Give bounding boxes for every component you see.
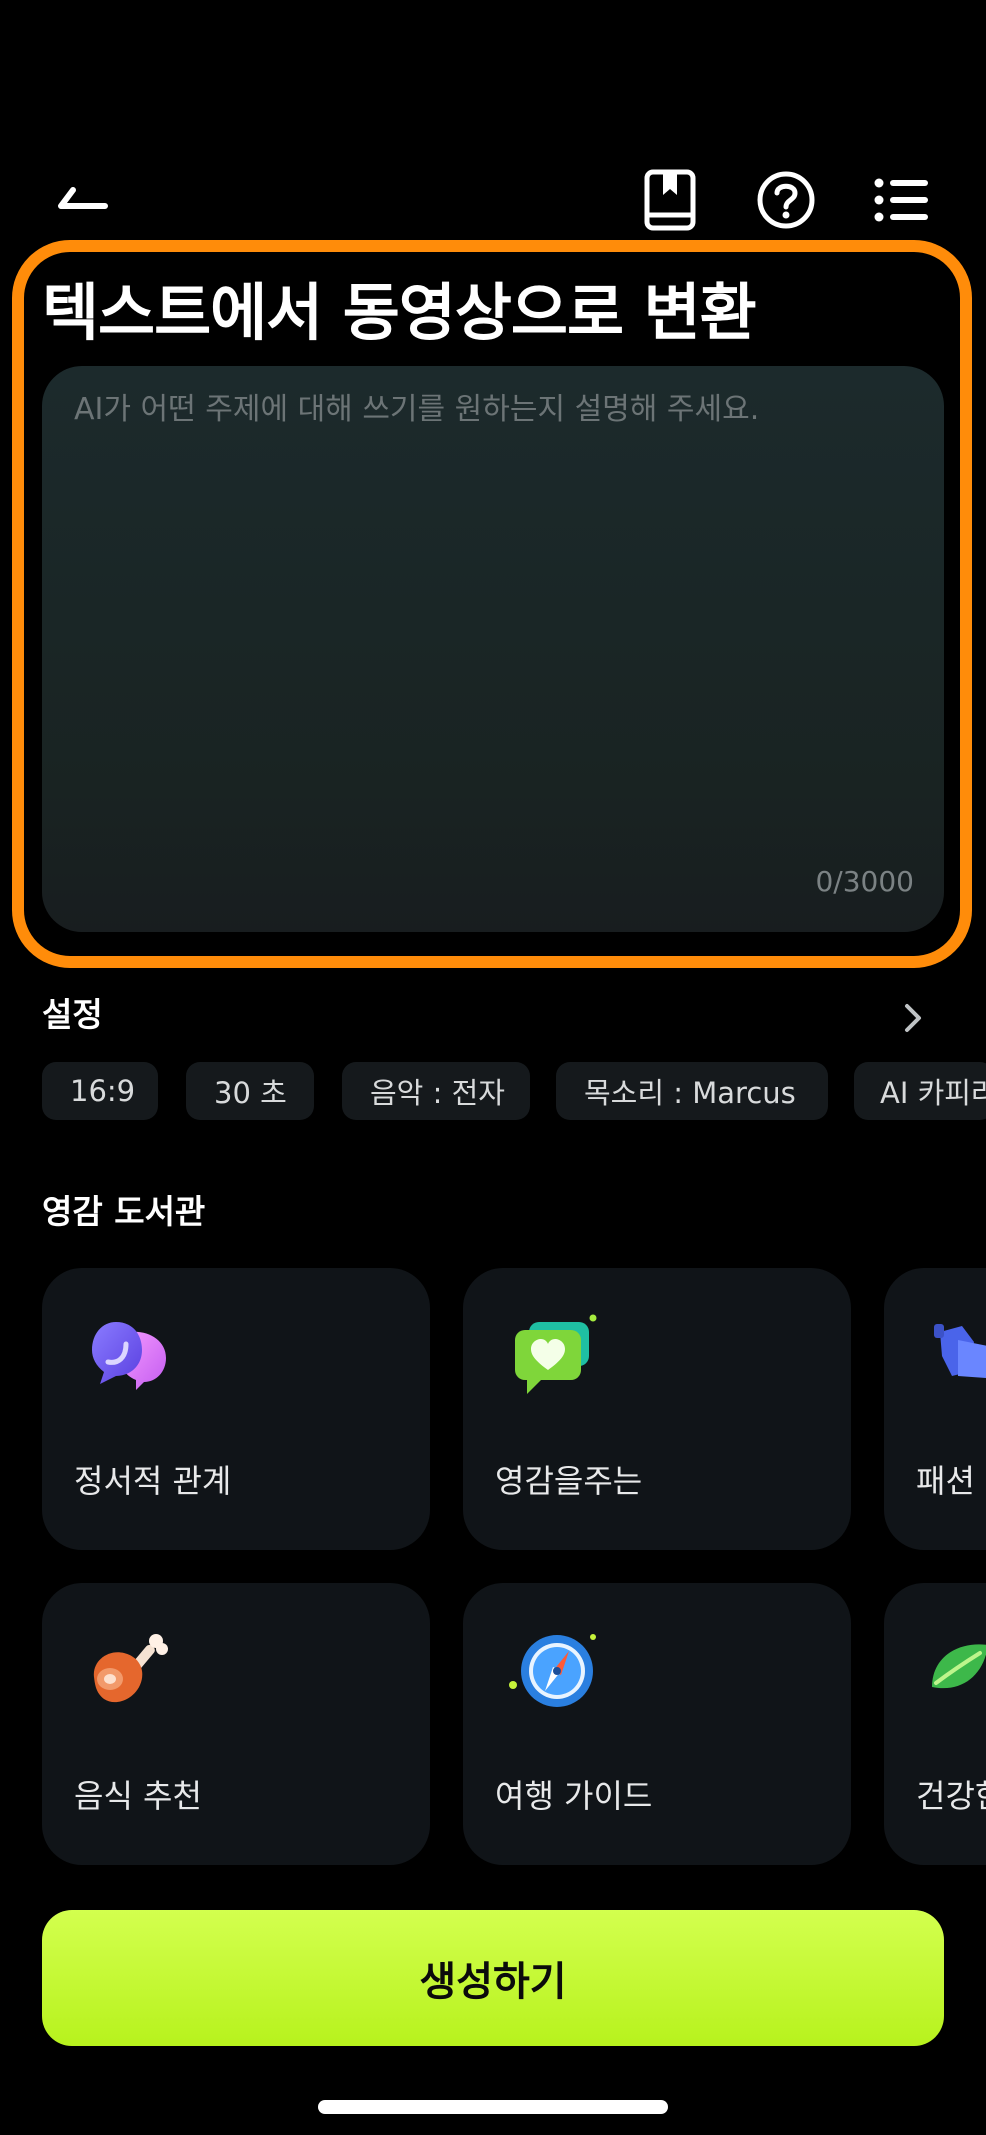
history-list-button[interactable] bbox=[870, 168, 934, 232]
list-icon bbox=[874, 178, 928, 222]
card-food-recommendation[interactable]: 음식 추천 bbox=[42, 1583, 430, 1865]
prompt-input[interactable]: AI가 어떤 주제에 대해 쓰기를 원하는지 설명해 주세요. 0/3000 bbox=[42, 366, 944, 932]
book-icon bbox=[644, 169, 696, 231]
home-indicator bbox=[318, 2100, 668, 2114]
top-bar bbox=[0, 160, 986, 240]
chip-duration[interactable]: 30 초 bbox=[186, 1062, 314, 1120]
card-emotional-relationship[interactable]: 정서적 관계 bbox=[42, 1268, 430, 1550]
character-counter: 0/3000 bbox=[815, 865, 914, 898]
card-healthy-living[interactable]: 건강한 생활 bbox=[884, 1583, 986, 1865]
page-title: 텍스트에서 동영상으로 변환 bbox=[42, 276, 757, 349]
chip-aspect-ratio[interactable]: 16:9 bbox=[42, 1062, 158, 1120]
card-label: 패션 스타일 bbox=[916, 1462, 986, 1500]
prompt-placeholder: AI가 어떤 주제에 대해 쓰기를 원하는지 설명해 주세요. bbox=[74, 392, 760, 427]
chat-bubbles-icon bbox=[92, 1322, 166, 1390]
help-button[interactable] bbox=[754, 166, 818, 234]
card-label: 정서적 관계 bbox=[74, 1462, 232, 1500]
library-title: 영감 도서관 bbox=[42, 1192, 206, 1231]
card-inspirational[interactable]: 영감을주는 bbox=[463, 1268, 851, 1550]
settings-more-button[interactable] bbox=[898, 1000, 928, 1036]
card-label: 여행 가이드 bbox=[495, 1777, 653, 1815]
chip-music[interactable]: 음악 : 전자 bbox=[342, 1062, 530, 1120]
fashion-icon bbox=[934, 1324, 986, 1378]
card-label: 음식 추천 bbox=[74, 1777, 202, 1815]
heart-message-icon bbox=[515, 1314, 597, 1394]
help-icon bbox=[757, 171, 815, 229]
card-fashion-style[interactable]: 패션 스타일 bbox=[884, 1268, 986, 1550]
card-travel-guide[interactable]: 여행 가이드 bbox=[463, 1583, 851, 1865]
chip-ai-copywriting[interactable]: AI 카피라이팅 bbox=[854, 1062, 986, 1120]
compass-icon bbox=[509, 1634, 596, 1707]
chevron-right-icon bbox=[905, 1004, 921, 1032]
back-button[interactable] bbox=[48, 172, 118, 232]
library-button[interactable] bbox=[640, 166, 700, 234]
meat-icon bbox=[93, 1634, 168, 1703]
screen: 텍스트에서 동영상으로 변환 AI가 어떤 주제에 대해 쓰기를 원하는지 설명… bbox=[0, 0, 986, 2135]
card-label: 영감을주는 bbox=[495, 1462, 643, 1500]
back-icon bbox=[58, 187, 108, 209]
card-label: 건강한 생활 bbox=[916, 1777, 986, 1815]
chip-voice[interactable]: 목소리 : Marcus bbox=[556, 1062, 828, 1120]
leaf-icon bbox=[932, 1644, 986, 1689]
settings-title: 설정 bbox=[42, 995, 103, 1034]
generate-button[interactable]: 생성하기 bbox=[42, 1910, 944, 2046]
